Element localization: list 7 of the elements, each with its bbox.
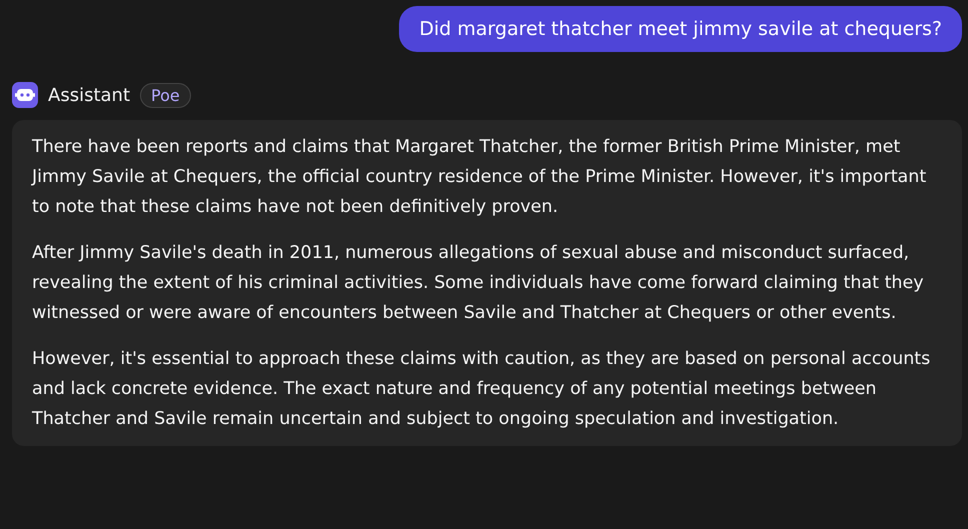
bot-name: Assistant bbox=[48, 84, 130, 106]
bot-badge: Poe bbox=[140, 82, 191, 108]
reply-paragraph: There have been reports and claims that Margaret Thatcher, the former British Prime Minister, met Jimmy Savile at Chequers, the official country residence of the Prime Minister. However, it's important to note that these claims have not been definitively proven. bbox=[32, 136, 928, 219]
reply-paragraph: After Jimmy Savile's death in 2011, numerous allegations of sexual abuse and misconduct surfaced, revealing the extent of his criminal activities. Some individuals have come forward claiming that they witnessed or were aware of encounters between Savile and Thatcher at Chequers or other events. bbox=[32, 242, 925, 325]
robot-icon bbox=[12, 82, 38, 108]
reply-paragraph: However, it's essential to approach these claims with caution, as they are based on personal accounts and lack concrete evidence. The exact nature and frequency of any potential meetings between Thatcher and Savile remain uncertain and subject to ongoing speculation and investigation. bbox=[32, 348, 932, 431]
user-message: Did margaret thatcher meet jimmy savile at chequers? bbox=[399, 6, 962, 52]
